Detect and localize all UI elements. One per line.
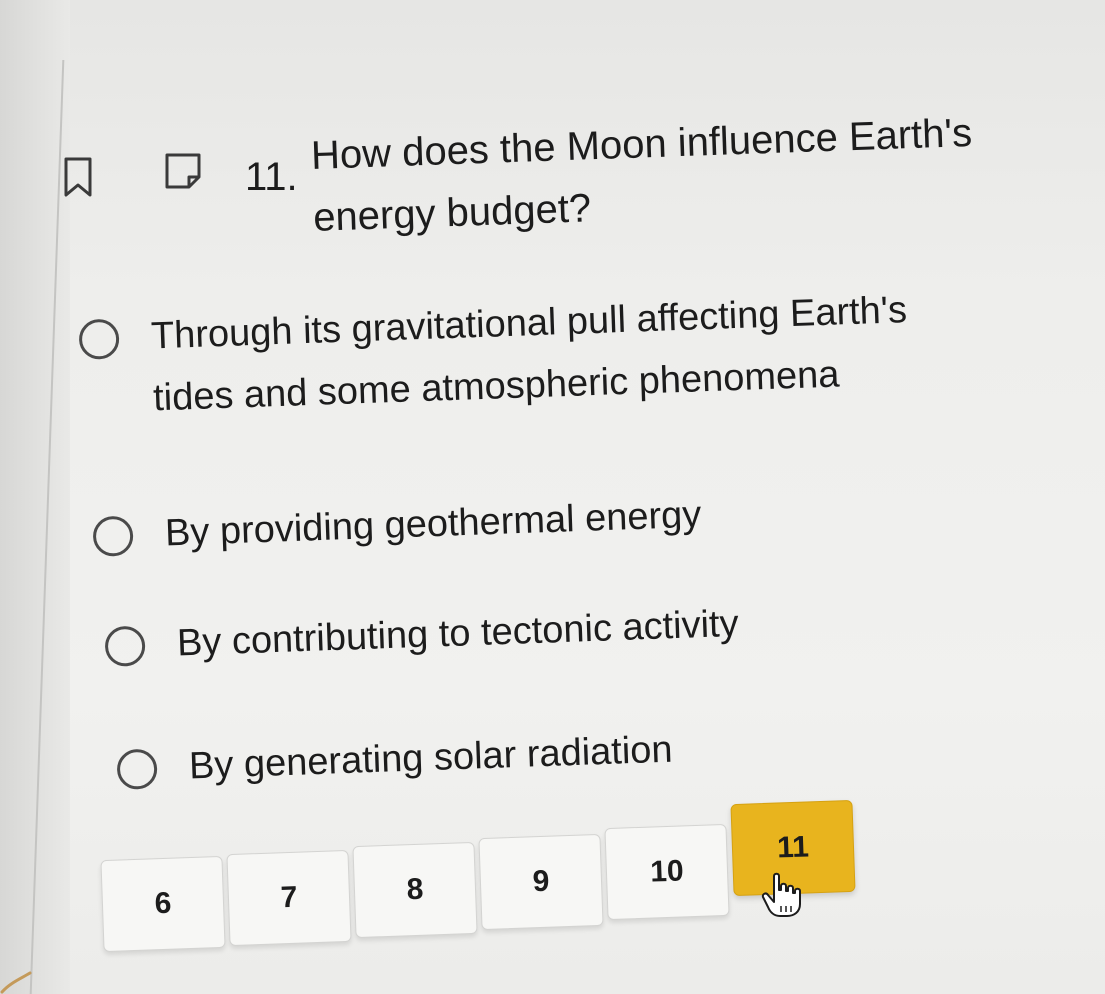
hand-pointer-icon xyxy=(761,872,801,917)
radio-button[interactable] xyxy=(78,318,120,360)
radio-button[interactable] xyxy=(116,748,158,790)
question-text: How does the Moon influence Earth's ener… xyxy=(310,110,973,240)
edge-mark-icon xyxy=(0,971,32,994)
bookmark-icon[interactable] xyxy=(63,157,93,197)
screen: 11. How does the Moon influence Earth's … xyxy=(0,0,1105,994)
radio-button[interactable] xyxy=(104,625,146,667)
radio-button[interactable] xyxy=(92,515,134,557)
question-number: 11. xyxy=(245,155,298,199)
note-icon[interactable] xyxy=(163,151,203,191)
page-button-8[interactable]: 8 xyxy=(352,841,478,939)
page-button-7[interactable]: 7 xyxy=(226,849,352,947)
page-button-10[interactable]: 10 xyxy=(604,823,730,921)
page-button-6[interactable]: 6 xyxy=(100,855,226,953)
page-button-9[interactable]: 9 xyxy=(478,833,604,931)
